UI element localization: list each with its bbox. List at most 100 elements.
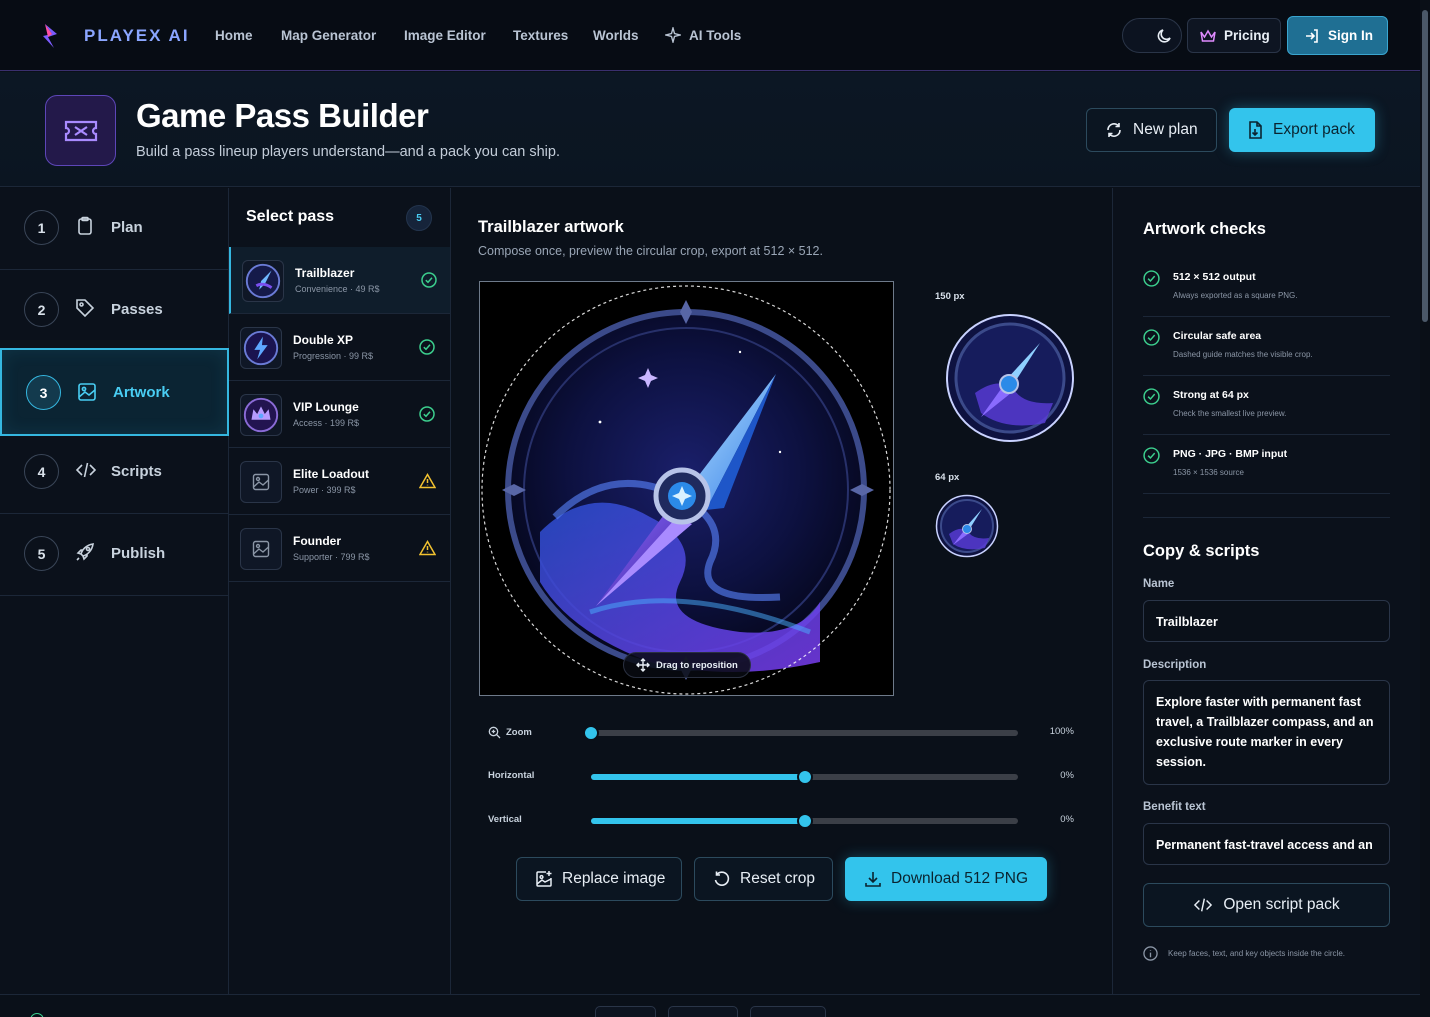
benefit-field[interactable]: Permanent fast-travel access and an bbox=[1143, 823, 1390, 865]
logo-icon[interactable] bbox=[40, 22, 62, 50]
reset-crop-label: Reset crop bbox=[740, 870, 815, 887]
export-pack-button[interactable]: Export pack bbox=[1229, 108, 1375, 152]
warning-icon bbox=[419, 540, 436, 556]
step-publish[interactable]: 5 Publish bbox=[0, 514, 229, 596]
check-circle-icon bbox=[419, 339, 435, 355]
name-field[interactable]: Trailblazer bbox=[1143, 600, 1390, 642]
drag-hint-label: Drag to reposition bbox=[656, 659, 738, 671]
export-pack-label: Export pack bbox=[1273, 121, 1355, 138]
check-item: Circular safe area Dashed guide matches … bbox=[1143, 317, 1390, 376]
clipboard-icon bbox=[75, 216, 95, 236]
check-circle-icon bbox=[421, 272, 437, 288]
nav-map-generator[interactable]: Map Generator bbox=[281, 28, 376, 43]
horizontal-slider[interactable] bbox=[591, 769, 1018, 785]
slider-fill bbox=[591, 818, 805, 824]
check-item: PNG · JPG · BMP input 1536 × 1536 source bbox=[1143, 435, 1390, 494]
tag-icon bbox=[75, 298, 95, 318]
rocket-icon bbox=[75, 542, 95, 562]
nav-worlds[interactable]: Worlds bbox=[593, 28, 639, 43]
check-title: 512 × 512 output bbox=[1173, 271, 1256, 283]
download-icon bbox=[864, 870, 882, 888]
pass-item-elite-loadout[interactable]: Elite Loadout Power · 399 R$ bbox=[229, 448, 450, 515]
open-script-label: Open script pack bbox=[1223, 896, 1340, 913]
step-scripts[interactable]: 4 Scripts bbox=[0, 432, 229, 514]
image-placeholder-icon bbox=[240, 528, 282, 570]
zoom-value: 100% bbox=[1049, 726, 1074, 737]
pass-item-founder[interactable]: Founder Supporter · 799 R$ bbox=[229, 515, 450, 582]
replace-image-label: Replace image bbox=[562, 870, 666, 887]
step-number: 5 bbox=[24, 536, 59, 571]
code-icon bbox=[75, 460, 97, 480]
pricing-button[interactable]: Pricing bbox=[1187, 18, 1281, 53]
vertical-slider[interactable] bbox=[591, 813, 1018, 829]
open-script-pack-button[interactable]: Open script pack bbox=[1143, 883, 1390, 927]
step-label: Publish bbox=[111, 545, 166, 562]
compass-artwork bbox=[480, 282, 893, 695]
name-label: Name bbox=[1143, 578, 1175, 590]
preview-150 bbox=[945, 313, 1075, 443]
pass-list-title: Select pass bbox=[246, 208, 335, 225]
new-plan-label: New plan bbox=[1133, 121, 1198, 138]
nav-textures[interactable]: Textures bbox=[513, 28, 568, 43]
artwork-editor: Trailblazer artwork Compose once, previe… bbox=[451, 188, 1113, 994]
crop-canvas[interactable]: Drag to reposition bbox=[479, 281, 894, 696]
ticket-icon bbox=[45, 95, 116, 166]
info-icon bbox=[1143, 946, 1158, 961]
drag-reposition-hint[interactable]: Drag to reposition bbox=[623, 652, 751, 678]
moon-icon bbox=[1156, 27, 1174, 45]
steps-sidebar: 1 Plan 2 Passes 3 Artwork 4 Scripts 5 Pu… bbox=[0, 188, 229, 994]
image-icon bbox=[77, 382, 97, 402]
vertical-value: 0% bbox=[1060, 814, 1074, 825]
brand-name[interactable]: PLAYEX AI bbox=[84, 26, 190, 46]
footer-button[interactable] bbox=[595, 1006, 656, 1017]
zoom-slider[interactable] bbox=[583, 725, 1018, 741]
crown-icon bbox=[1200, 29, 1216, 43]
horizontal-value: 0% bbox=[1060, 770, 1074, 781]
footer-button[interactable] bbox=[750, 1006, 826, 1017]
nav-home[interactable]: Home bbox=[215, 28, 253, 43]
preview-64-label: 64 px bbox=[935, 472, 960, 483]
step-artwork[interactable]: 3 Artwork bbox=[0, 348, 229, 436]
pass-meta: Supporter · 799 R$ bbox=[293, 552, 370, 562]
artwork-subtitle: Compose once, preview the circular crop,… bbox=[478, 244, 823, 258]
horizontal-label: Horizontal bbox=[488, 770, 535, 781]
nav-image-editor[interactable]: Image Editor bbox=[404, 28, 486, 43]
replace-image-button[interactable]: Replace image bbox=[516, 857, 682, 901]
benefit-label: Benefit text bbox=[1143, 801, 1206, 813]
artwork-checks-panel: Artwork checks 512 × 512 output Always e… bbox=[1113, 188, 1420, 994]
copy-scripts-title: Copy & scripts bbox=[1143, 542, 1260, 560]
footer-bar bbox=[0, 994, 1420, 1017]
step-passes[interactable]: 2 Passes bbox=[0, 270, 229, 352]
move-icon bbox=[636, 658, 650, 672]
theme-toggle[interactable] bbox=[1122, 18, 1182, 53]
download-png-button[interactable]: Download 512 PNG bbox=[845, 857, 1047, 901]
description-field[interactable]: Explore faster with permanent fast trave… bbox=[1143, 680, 1390, 785]
check-item: Strong at 64 px Check the smallest live … bbox=[1143, 376, 1390, 435]
slider-knob[interactable] bbox=[796, 813, 813, 829]
nav-ai-tools[interactable]: AI Tools bbox=[689, 28, 741, 43]
check-circle-icon bbox=[419, 406, 435, 422]
preview-64 bbox=[935, 494, 999, 558]
pass-item-vip-lounge[interactable]: VIP Lounge Access · 199 R$ bbox=[229, 381, 450, 448]
image-placeholder-icon bbox=[240, 461, 282, 503]
warning-icon bbox=[419, 473, 436, 489]
step-number: 1 bbox=[24, 210, 59, 245]
page-title: Game Pass Builder bbox=[136, 97, 429, 134]
reset-crop-button[interactable]: Reset crop bbox=[694, 857, 833, 901]
pass-meta: Convenience · 49 R$ bbox=[295, 284, 380, 294]
footer-button[interactable] bbox=[668, 1006, 738, 1017]
sparkle-icon bbox=[665, 27, 681, 43]
check-title: Strong at 64 px bbox=[1173, 389, 1249, 401]
pass-item-trailblazer[interactable]: Trailblazer Convenience · 49 R$ bbox=[229, 247, 450, 314]
step-label: Artwork bbox=[113, 384, 170, 401]
check-circle-icon bbox=[1143, 388, 1160, 405]
scrollbar-thumb[interactable] bbox=[1422, 10, 1428, 322]
new-plan-button[interactable]: New plan bbox=[1086, 108, 1217, 152]
pass-name: Double XP bbox=[293, 333, 354, 347]
pass-list: Select pass 5 Trailblazer Convenience · … bbox=[229, 188, 451, 994]
sign-in-button[interactable]: Sign In bbox=[1287, 16, 1388, 55]
slider-knob[interactable] bbox=[583, 725, 599, 741]
step-plan[interactable]: 1 Plan bbox=[0, 188, 229, 270]
slider-knob[interactable] bbox=[796, 769, 813, 785]
pass-item-double-xp[interactable]: Double XP Progression · 99 R$ bbox=[229, 314, 450, 381]
